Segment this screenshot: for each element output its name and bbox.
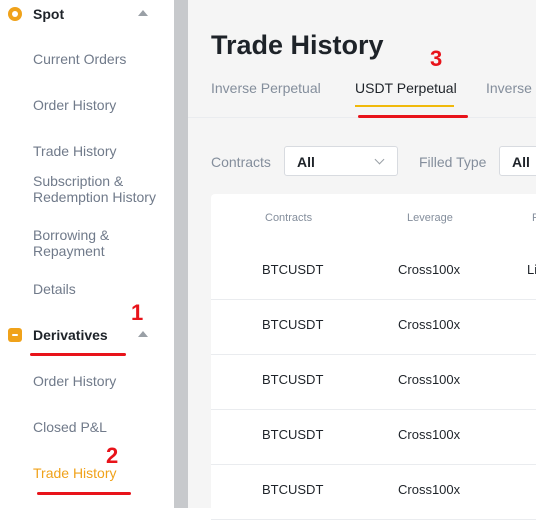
annotation-underline-2 xyxy=(37,492,131,495)
annotation-number-1: 1 xyxy=(131,300,144,325)
chevron-down-icon xyxy=(374,154,385,165)
filled-type-select[interactable]: All xyxy=(499,146,536,176)
sidebar-scrollbar[interactable] xyxy=(174,0,188,508)
cell-contract: BTCUSDT xyxy=(262,482,324,497)
tab-usdt-perpetual[interactable]: USDT Perpetual xyxy=(355,80,457,96)
cell-leverage: Cross100x xyxy=(398,317,461,332)
annotation-number-3: 3 xyxy=(430,46,443,71)
sidebar-section-label: Spot xyxy=(33,6,65,22)
cell-leverage: Cross100x xyxy=(398,372,461,387)
sidebar-item-derivatives-trade-history[interactable]: Trade History xyxy=(33,465,163,481)
annotation-underline-1 xyxy=(30,353,126,356)
annotation-number-2: 2 xyxy=(106,443,119,468)
sidebar-item-borrowing-repayment[interactable]: Borrowing & Repayment xyxy=(33,227,163,259)
page-title: Trade History xyxy=(211,30,384,60)
table-row[interactable]: BTCUSDT Cross100x xyxy=(211,299,536,355)
cell-leverage: Cross100x xyxy=(398,262,461,277)
sidebar-section-derivatives[interactable]: Derivatives xyxy=(8,327,108,343)
cell-contract: BTCUSDT xyxy=(262,262,324,277)
coin-icon xyxy=(8,7,22,21)
cell-leverage: Cross100x xyxy=(398,427,461,442)
sidebar-section-spot[interactable]: Spot xyxy=(8,6,64,22)
tab-inverse[interactable]: Inverse xyxy=(486,80,532,96)
column-header-leverage: Leverage xyxy=(407,212,453,224)
table-row[interactable]: BTCUSDT Cross100x Li xyxy=(211,244,536,300)
sidebar-item-current-orders[interactable]: Current Orders xyxy=(33,51,163,67)
sidebar-item-derivatives-order-history[interactable]: Order History xyxy=(33,373,163,389)
contracts-select[interactable]: All xyxy=(284,146,398,176)
cell-contract: BTCUSDT xyxy=(262,427,324,442)
filled-type-select-value: All xyxy=(512,154,530,170)
sidebar-section-label: Derivatives xyxy=(33,327,108,343)
cell-contract: BTCUSDT xyxy=(262,317,324,332)
contracts-filter-label: Contracts xyxy=(211,154,271,170)
table-row[interactable]: BTCUSDT Cross100x xyxy=(211,354,536,410)
sidebar-item-subscription-redemption[interactable]: Subscription & Redemption History xyxy=(33,173,163,205)
tab-inverse-perpetual[interactable]: Inverse Perpetual xyxy=(211,80,321,96)
cell-contract: BTCUSDT xyxy=(262,372,324,387)
cell-extra: Li xyxy=(527,262,536,277)
annotation-underline-3 xyxy=(358,115,468,118)
sidebar-item-order-history[interactable]: Order History xyxy=(33,97,163,113)
sidebar-item-details[interactable]: Details xyxy=(33,281,163,297)
chevron-up-icon[interactable] xyxy=(138,10,148,16)
table-row[interactable]: BTCUSDT Cross100x xyxy=(211,464,536,520)
cell-leverage: Cross100x xyxy=(398,482,461,497)
sidebar-item-trade-history[interactable]: Trade History xyxy=(33,143,163,159)
chevron-up-icon[interactable] xyxy=(138,331,148,337)
column-header-partial: F xyxy=(532,212,536,224)
table-row[interactable]: BTCUSDT Cross100x xyxy=(211,409,536,465)
column-header-contracts: Contracts xyxy=(265,212,313,224)
sidebar: Spot Current Orders Order History Trade … xyxy=(0,0,174,508)
active-tab-indicator xyxy=(355,105,454,107)
sidebar-item-closed-pnl[interactable]: Closed P&L xyxy=(33,419,163,435)
contracts-select-value: All xyxy=(297,154,315,170)
derivatives-icon xyxy=(8,328,22,342)
filled-type-filter-label: Filled Type xyxy=(419,154,487,170)
